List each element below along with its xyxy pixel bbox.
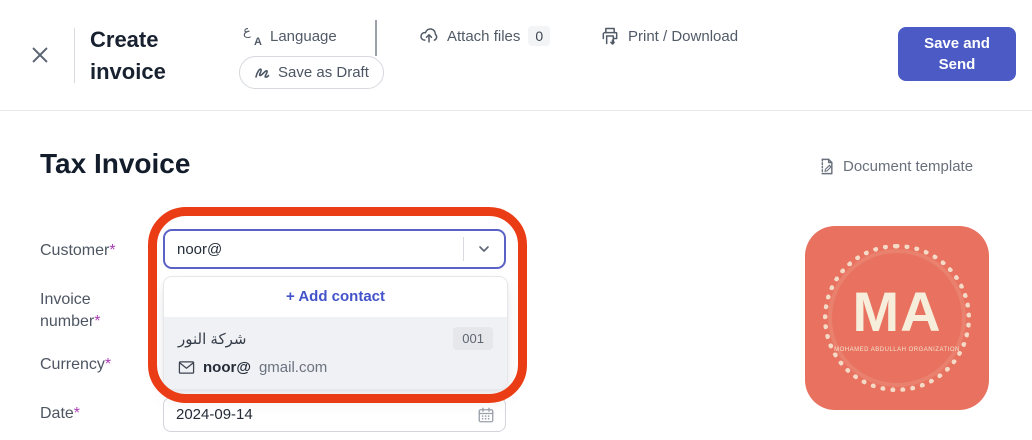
- contact-email-user: noor@: [203, 359, 251, 376]
- save-as-draft-label: Save as Draft: [278, 64, 369, 81]
- page-title: Tax Invoice: [40, 148, 191, 179]
- logo-subtext: MOHAMED ABDULLAH ORGANIZATION: [834, 346, 960, 353]
- header-bar: Create invoice ع A Language Save as Draf…: [0, 0, 1032, 111]
- cloud-upload-icon: [420, 28, 438, 43]
- contact-list-item[interactable]: شركة النور 001 noor@ gmail.com: [164, 317, 507, 389]
- date-field: [163, 397, 506, 432]
- attach-files-count-badge: 0: [528, 26, 551, 46]
- envelope-icon: [178, 361, 195, 374]
- contact-row-name: شركة النور 001: [178, 327, 493, 350]
- close-icon: [32, 47, 48, 63]
- save-and-send-button[interactable]: Save and Send: [898, 27, 1016, 81]
- header-divider-1: [74, 28, 75, 83]
- company-logo: MA MOHAMED ABDULLAH ORGANIZATION: [805, 226, 989, 410]
- document-template-label: Document template: [843, 158, 974, 175]
- customer-input[interactable]: [165, 231, 463, 267]
- window-title: Create invoice: [90, 27, 166, 84]
- add-contact-button[interactable]: + Add contact: [164, 277, 507, 317]
- print-download-label: Print / Download: [628, 27, 739, 45]
- language-button[interactable]: ع A Language: [243, 23, 337, 48]
- invoice-number-label: Invoice number*: [40, 291, 101, 330]
- required-asterisk: *: [109, 242, 116, 259]
- create-invoice-screen: Create invoice ع A Language Save as Draf…: [0, 0, 1032, 440]
- contact-code-badge: 001: [453, 327, 493, 350]
- scribble-icon: [255, 67, 270, 78]
- attach-files-button[interactable]: Attach files 0: [419, 26, 551, 46]
- customer-dropdown-toggle[interactable]: [464, 231, 504, 267]
- print-download-button[interactable]: Print / Download: [600, 26, 738, 46]
- printer-icon: [602, 27, 618, 45]
- calendar-toggle[interactable]: [467, 398, 505, 431]
- close-button[interactable]: [26, 41, 54, 69]
- attach-files-label: Attach files: [447, 27, 521, 45]
- language-label: Language: [270, 27, 337, 45]
- currency-label: Currency*: [40, 356, 112, 373]
- date-input[interactable]: [164, 398, 467, 431]
- date-label: Date*: [40, 405, 81, 422]
- contact-name: شركة النور: [178, 330, 247, 348]
- translate-icon: ع A: [243, 23, 262, 48]
- document-edit-icon: [821, 158, 833, 175]
- save-as-draft-button[interactable]: Save as Draft: [239, 56, 384, 89]
- customer-combobox: [163, 229, 506, 269]
- header-divider-2: [375, 20, 377, 56]
- customer-dropdown-panel: + Add contact شركة النور 001 noor@ gmail.…: [163, 276, 508, 390]
- required-asterisk: *: [94, 313, 101, 330]
- customer-label: Customer*: [40, 242, 116, 259]
- contact-email-domain: gmail.com: [258, 359, 328, 376]
- calendar-icon: [478, 407, 494, 422]
- chevron-down-icon: [479, 246, 489, 252]
- logo-dotted-ring: MA MOHAMED ABDULLAH ORGANIZATION: [823, 244, 971, 392]
- logo-initials: MA: [852, 279, 942, 343]
- document-template-button[interactable]: Document template: [816, 157, 973, 176]
- contact-row-email: noor@ gmail.com: [178, 359, 493, 376]
- required-asterisk: *: [73, 405, 81, 422]
- required-asterisk: *: [104, 356, 112, 373]
